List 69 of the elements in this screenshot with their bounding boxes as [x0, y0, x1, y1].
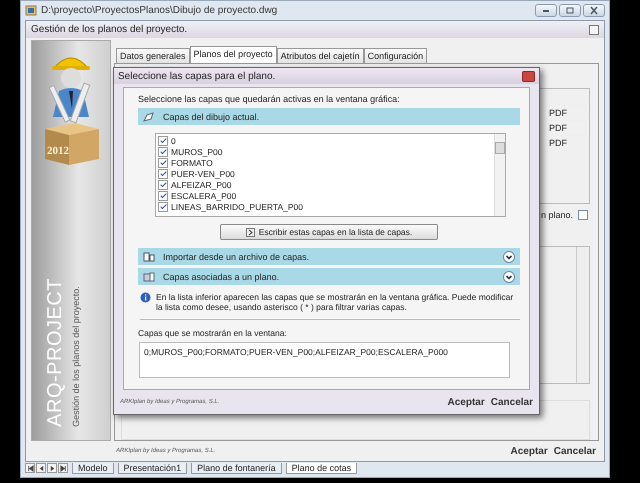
- field-label: Capas que se mostrarán en la ventana:: [138, 328, 288, 338]
- box-label: 2012: [47, 145, 69, 158]
- sheet-tab[interactable]: Plano de fontanería: [191, 462, 282, 474]
- brand-title: ARQ-PROJECT: [44, 278, 67, 426]
- close-button[interactable]: [522, 70, 535, 82]
- sheet-tab[interactable]: Presentación1: [118, 462, 188, 474]
- dialog-button[interactable]: Cancelar: [554, 446, 596, 457]
- option-label: n plano.: [540, 210, 573, 220]
- section-title: Importar desde un archivo de capas.: [163, 252, 310, 262]
- layers-field[interactable]: 0;MUROS_P00;FORMATO;PUER-VEN_P00;ALFEIZAR_P00;ESCALERA_P000: [139, 342, 510, 378]
- dialog-button[interactable]: Cancelar: [490, 396, 533, 408]
- section-title: Capas del dibujo actual.: [163, 112, 260, 122]
- write-layers-button[interactable]: Escribir estas capas en la lista de capas.: [220, 224, 438, 240]
- first-icon: [26, 464, 34, 472]
- checkbox[interactable]: [158, 180, 168, 190]
- section-title: Capas asociadas a un plano.: [163, 272, 280, 282]
- info-icon: [140, 292, 151, 303]
- checkbox[interactable]: [158, 202, 168, 212]
- brand-subtitle: Gestión de los planos del proyecto.: [71, 284, 81, 426]
- table-cell: PDF: [549, 120, 589, 136]
- table-cell: PDF: [549, 135, 589, 150]
- sheet-nav-button[interactable]: [25, 463, 35, 474]
- checkbox[interactable]: [578, 210, 588, 220]
- maximize-icon: [564, 4, 576, 16]
- tab[interactable]: Atributos del cajetín: [276, 48, 364, 64]
- checkbox[interactable]: [158, 136, 168, 146]
- checkbox[interactable]: [158, 190, 168, 200]
- sheet-tab[interactable]: Modelo: [72, 462, 114, 474]
- checkbox[interactable]: [158, 158, 168, 168]
- sheet-tab[interactable]: Plano de cotas: [286, 462, 358, 474]
- chevron-down-icon: [503, 270, 515, 282]
- checkbox[interactable]: [158, 146, 168, 156]
- close-button[interactable]: [589, 24, 599, 35]
- section-header[interactable]: Importar desde un archivo de capas.: [138, 248, 520, 265]
- tab[interactable]: Configuración: [364, 48, 428, 64]
- layer-name: PUER-VEN_P00: [171, 168, 235, 178]
- checkbox[interactable]: [158, 168, 168, 178]
- layer-name: FORMATO: [171, 158, 213, 168]
- dialog-button[interactable]: Aceptar: [510, 446, 548, 457]
- instruction-text: Seleccione las capas que quedarán activas en la ventana gráfica:: [138, 94, 401, 106]
- arrow-right-icon: [246, 228, 255, 236]
- chevron-down-icon: [503, 250, 515, 262]
- minimize-button[interactable]: [535, 4, 557, 17]
- next-icon: [48, 464, 56, 472]
- tab[interactable]: Datos generales: [116, 48, 190, 64]
- drawing-file-icon: [25, 4, 37, 16]
- sheet-nav-button[interactable]: [47, 463, 57, 474]
- info-text: En la lista inferior aparecen las capas que se mostrarán en la ventana gráfica. Puede modificar la lista como desee, usando asterisco ( * ) para filtrar varias capas.: [156, 292, 514, 312]
- last-icon: [60, 464, 66, 472]
- section-header[interactable]: Capas asociadas a un plano.: [138, 268, 520, 285]
- scrollbar[interactable]: [494, 134, 505, 216]
- layer-name: LINEAS_BARRIDO_PUERTA_P00: [171, 202, 303, 212]
- previous-icon: [38, 464, 44, 472]
- table-cell: PDF: [549, 105, 589, 120]
- tab[interactable]: Planos del proyecto: [190, 46, 277, 64]
- section-header[interactable]: Capas del dibujo actual.: [138, 108, 520, 125]
- dialog-title: Gestión de los planos del proyecto.: [31, 24, 188, 36]
- maximize-button[interactable]: [559, 4, 581, 17]
- close-icon: [588, 4, 600, 16]
- layer-name: 0: [171, 136, 176, 146]
- layer-name: ALFEIZAR_P00: [171, 180, 232, 190]
- dialog-title: Seleccione las capas para el plano.: [118, 70, 276, 82]
- sheet-nav-button[interactable]: [58, 463, 68, 474]
- window-title: D:\proyecto\ProyectosPlanos\Dibujo de proyecto.dwg: [41, 4, 278, 16]
- layer-name: ESCALERA_P00: [171, 190, 236, 200]
- sheet-nav-button[interactable]: [36, 463, 46, 474]
- close-button[interactable]: [583, 4, 605, 17]
- layer-name: MUROS_P00: [171, 146, 222, 156]
- dialog-button[interactable]: Aceptar: [448, 396, 485, 408]
